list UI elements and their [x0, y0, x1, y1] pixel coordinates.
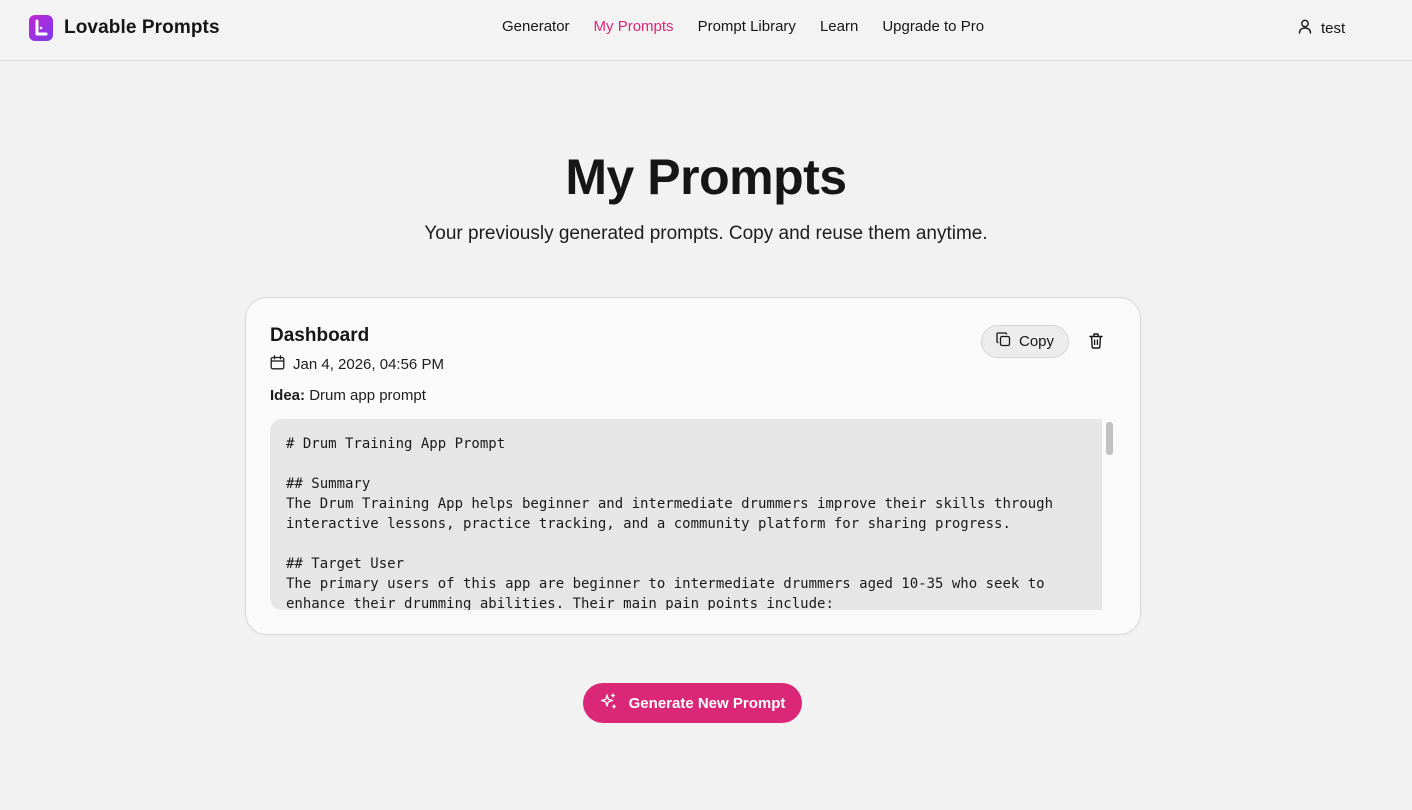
prompt-scrollbar[interactable] — [1102, 419, 1116, 610]
top-navbar: Lovable Prompts Generator My Prompts Pro… — [0, 0, 1412, 61]
copy-icon — [996, 332, 1011, 351]
prompt-card: Dashboard Jan 4, 2026, 04:56 PM Idea: Dr… — [245, 297, 1141, 635]
brand-name: Lovable Prompts — [64, 17, 220, 38]
page-title: My Prompts — [565, 149, 847, 205]
prompt-idea-value: Drum app prompt — [309, 387, 426, 404]
prompt-scrollbar-thumb[interactable] — [1106, 422, 1113, 455]
nav-item-upgrade-to-pro[interactable]: Upgrade to Pro — [882, 18, 984, 38]
copy-button-label: Copy — [1018, 333, 1055, 350]
prompt-card-title: Dashboard — [270, 325, 370, 346]
nav-item-learn[interactable]: Learn — [820, 18, 858, 38]
prompt-content-text: # Drum Training App Prompt ## Summary Th… — [286, 436, 1054, 610]
prompt-idea: Idea: Drum app prompt — [270, 387, 426, 404]
user-name: test — [1321, 19, 1346, 37]
prompt-date: Jan 4, 2026, 04:56 PM — [270, 355, 444, 374]
user-icon — [1298, 19, 1312, 38]
copy-button[interactable]: Copy — [981, 325, 1069, 358]
prompt-date-text: Jan 4, 2026, 04:56 PM — [293, 356, 444, 373]
nav-item-generator[interactable]: Generator — [502, 18, 570, 38]
sparkles-icon — [600, 692, 617, 714]
calendar-icon — [270, 355, 285, 374]
generate-new-prompt-button[interactable]: Generate New Prompt — [583, 683, 802, 723]
nav-item-my-prompts[interactable]: My Prompts — [594, 18, 674, 38]
nav-item-prompt-library[interactable]: Prompt Library — [698, 18, 796, 38]
trash-icon — [1089, 332, 1103, 352]
prompt-content-box[interactable]: # Drum Training App Prompt ## Summary Th… — [270, 419, 1116, 610]
prompt-idea-label: Idea: — [270, 387, 306, 404]
page-subtitle: Your previously generated prompts. Copy … — [424, 223, 988, 244]
user-menu[interactable]: test — [1298, 18, 1345, 38]
delete-button[interactable] — [1084, 330, 1108, 354]
generate-new-prompt-label: Generate New Prompt — [628, 694, 786, 712]
brand-logo-icon — [29, 15, 53, 41]
main-nav: Generator My Prompts Prompt Library Lear… — [502, 18, 984, 38]
brand[interactable]: Lovable Prompts — [29, 15, 220, 41]
